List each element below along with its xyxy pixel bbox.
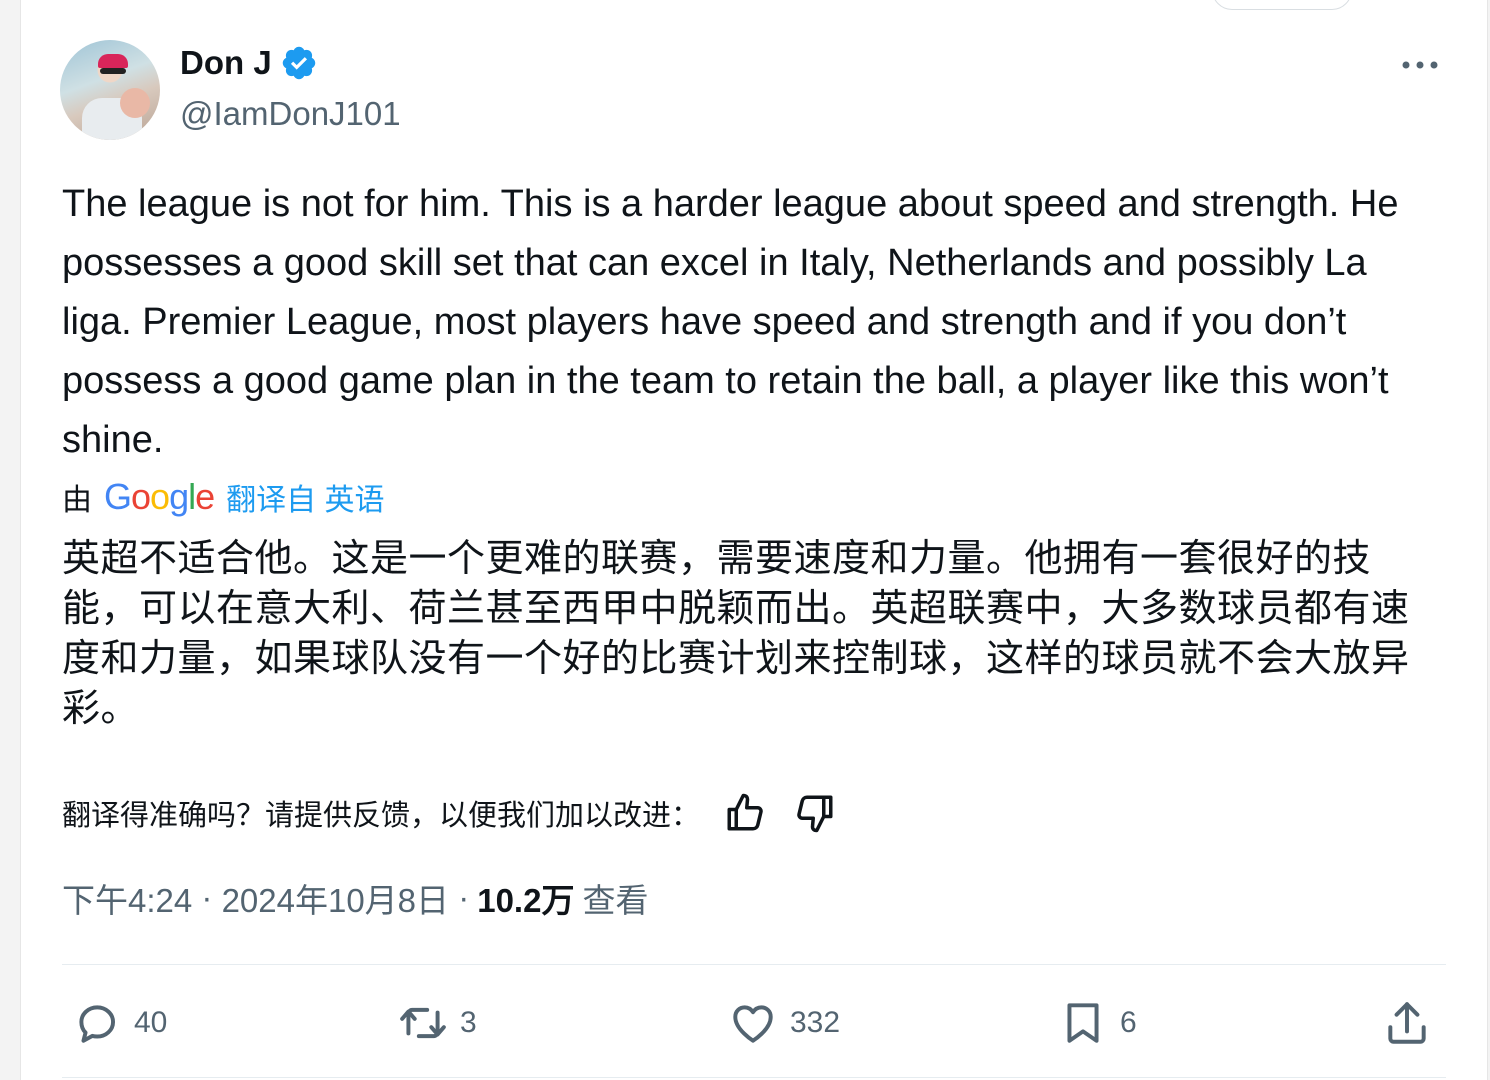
google-logo: Google <box>104 476 215 517</box>
avatar[interactable] <box>60 40 160 140</box>
thumbs-down-icon[interactable] <box>794 792 836 834</box>
bookmark-icon <box>1067 1003 1099 1043</box>
retweet-button[interactable]: 3 <box>398 990 477 1056</box>
bottom-divider <box>62 1077 1446 1078</box>
translation-feedback: 翻译得准确吗？请提供反馈，以便我们加以改进： <box>62 788 864 838</box>
like-icon <box>733 1005 773 1043</box>
bookmark-count: 6 <box>1120 1006 1137 1039</box>
author-handle[interactable]: @IamDonJ101 <box>180 95 401 133</box>
retweet-icon <box>400 1007 446 1039</box>
more-icon[interactable] <box>1398 50 1442 80</box>
like-button[interactable]: 332 <box>728 990 840 1056</box>
tweet-date[interactable]: 2024年10月8日 <box>222 874 449 922</box>
share-icon <box>1388 1002 1426 1044</box>
like-count: 332 <box>790 1006 841 1039</box>
translated-from-link[interactable]: 翻译自 英语 <box>226 475 384 519</box>
tweet-time[interactable]: 下午4:24 <box>62 874 192 922</box>
verified-badge-icon <box>282 46 315 80</box>
translation-by-label: 由 <box>62 484 92 517</box>
reply-icon <box>79 1005 116 1043</box>
divider <box>62 964 1446 965</box>
translation-attribution: 由 Google 翻译自 英语 <box>62 474 384 520</box>
reply-button[interactable]: 40 <box>72 990 167 1056</box>
author-name-row[interactable]: Don J <box>180 44 318 82</box>
feedback-prompt: 翻译得准确吗？请提供反馈，以便我们加以改进： <box>62 800 701 832</box>
translated-text: 英超不适合他。这是一个更难的联赛，需要速度和力量。他拥有一套很好的技能，可以在意… <box>62 538 1410 730</box>
thumbs-up-icon[interactable] <box>724 792 766 834</box>
bookmark-button[interactable]: 6 <box>1058 990 1137 1056</box>
action-bar: 40 3 332 6 <box>62 990 1446 1056</box>
views-label: 查看 <box>582 882 649 919</box>
views-count: 10.2万 <box>477 882 575 919</box>
share-button[interactable] <box>1382 990 1432 1056</box>
author-name[interactable]: Don J <box>180 44 272 82</box>
retweet-count: 3 <box>460 1006 477 1039</box>
reply-count: 40 <box>134 1006 168 1039</box>
tweet-text: The league is not for him. This is a har… <box>62 183 1399 461</box>
tweet-meta: 下午4:24 · 2024年10月8日 · 10.2万 查看 <box>62 874 648 922</box>
top-pill-button[interactable] <box>1212 0 1352 10</box>
